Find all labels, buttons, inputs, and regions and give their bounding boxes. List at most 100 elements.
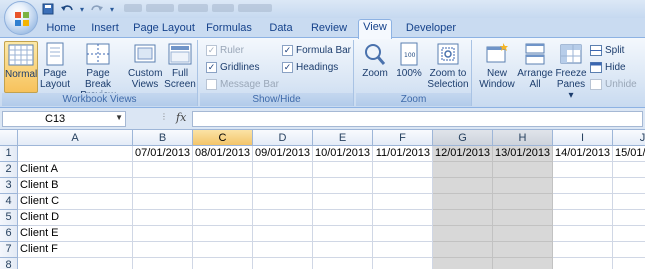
customize-qat-icon[interactable]: ▾ — [108, 2, 116, 17]
cell-g4[interactable] — [433, 194, 493, 210]
cell-g2[interactable] — [433, 162, 493, 178]
cell-j2[interactable] — [613, 162, 645, 178]
cell-d8[interactable] — [253, 258, 313, 269]
cell-g7[interactable] — [433, 242, 493, 258]
column-header-j[interactable]: J — [613, 130, 645, 146]
cell-h7[interactable] — [493, 242, 553, 258]
cell-h3[interactable] — [493, 178, 553, 194]
page-break-preview-button[interactable]: Page Break Preview — [72, 41, 124, 101]
tab-insert[interactable]: Insert — [84, 21, 126, 38]
formula-bar-grip-icon[interactable]: ⋮ — [160, 112, 168, 121]
undo-icon[interactable] — [59, 2, 75, 17]
cell-b1[interactable]: 07/01/2013 — [133, 146, 193, 162]
cell-a4[interactable]: Client C — [18, 194, 133, 210]
cell-a8[interactable] — [18, 258, 133, 269]
column-header-h[interactable]: H — [493, 130, 553, 146]
cell-c6[interactable] — [193, 226, 253, 242]
cell-d7[interactable] — [253, 242, 313, 258]
cell-e2[interactable] — [313, 162, 373, 178]
cell-d5[interactable] — [253, 210, 313, 226]
gridlines-checkbox[interactable]: ✓ — [206, 61, 217, 73]
normal-view-button[interactable]: Normal — [4, 41, 38, 93]
cell-a6[interactable]: Client E — [18, 226, 133, 242]
full-screen-button[interactable]: Full Screen — [164, 41, 196, 93]
row-header-2[interactable]: 2 — [0, 162, 18, 178]
tab-home[interactable]: Home — [38, 21, 84, 38]
cell-g6[interactable] — [433, 226, 493, 242]
cell-d4[interactable] — [253, 194, 313, 210]
cell-e5[interactable] — [313, 210, 373, 226]
zoom-to-selection-button[interactable]: Zoom to Selection — [426, 41, 470, 93]
tab-data[interactable]: Data — [262, 21, 300, 38]
cell-i6[interactable] — [553, 226, 613, 242]
column-header-e[interactable]: E — [313, 130, 373, 146]
cell-f4[interactable] — [373, 194, 433, 210]
cell-j1[interactable]: 15/01/2013 — [613, 146, 645, 162]
cell-i5[interactable] — [553, 210, 613, 226]
cell-j4[interactable] — [613, 194, 645, 210]
cell-b8[interactable] — [133, 258, 193, 269]
cell-g8[interactable] — [433, 258, 493, 269]
insert-function-icon[interactable]: fx — [176, 111, 186, 124]
cell-i8[interactable] — [553, 258, 613, 269]
cell-i4[interactable] — [553, 194, 613, 210]
cell-b3[interactable] — [133, 178, 193, 194]
ruler-checkbox[interactable]: ✓ — [206, 44, 217, 56]
save-icon[interactable] — [40, 2, 56, 17]
hide-button[interactable]: Hide — [590, 59, 626, 75]
zoom-100-button[interactable]: 100 100% — [394, 41, 424, 93]
cell-e1[interactable]: 10/01/2013 — [313, 146, 373, 162]
cell-e4[interactable] — [313, 194, 373, 210]
cell-b7[interactable] — [133, 242, 193, 258]
unhide-button[interactable]: Unhide — [590, 76, 637, 92]
row-header-7[interactable]: 7 — [0, 242, 18, 258]
cell-h8[interactable] — [493, 258, 553, 269]
column-header-f[interactable]: F — [373, 130, 433, 146]
column-header-c[interactable]: C — [193, 130, 253, 146]
cell-j6[interactable] — [613, 226, 645, 242]
cell-a1[interactable] — [18, 146, 133, 162]
cell-a2[interactable]: Client A — [18, 162, 133, 178]
cell-c3[interactable] — [193, 178, 253, 194]
name-box[interactable]: C13 ▼ — [2, 111, 126, 127]
custom-views-button[interactable]: Custom Views — [128, 41, 162, 93]
tab-view[interactable]: View — [358, 19, 392, 39]
cell-e3[interactable] — [313, 178, 373, 194]
cell-f3[interactable] — [373, 178, 433, 194]
cell-f5[interactable] — [373, 210, 433, 226]
cell-j5[interactable] — [613, 210, 645, 226]
headings-checkbox[interactable]: ✓ — [282, 61, 293, 73]
cell-i3[interactable] — [553, 178, 613, 194]
cell-c8[interactable] — [193, 258, 253, 269]
cell-b4[interactable] — [133, 194, 193, 210]
cell-h1[interactable]: 13/01/2013 — [493, 146, 553, 162]
row-header-8[interactable]: 8 — [0, 258, 18, 269]
cell-h4[interactable] — [493, 194, 553, 210]
row-header-5[interactable]: 5 — [0, 210, 18, 226]
cell-j8[interactable] — [613, 258, 645, 269]
page-layout-view-button[interactable]: Page Layout — [40, 41, 70, 93]
cell-e7[interactable] — [313, 242, 373, 258]
name-box-dropdown-icon[interactable]: ▼ — [115, 113, 123, 122]
row-header-1[interactable]: 1 — [0, 146, 18, 162]
cell-d6[interactable] — [253, 226, 313, 242]
cell-g1[interactable]: 12/01/2013 — [433, 146, 493, 162]
select-all-corner[interactable] — [0, 130, 18, 146]
cell-e8[interactable] — [313, 258, 373, 269]
arrange-all-button[interactable]: Arrange All — [516, 41, 554, 93]
cell-c1[interactable]: 08/01/2013 — [193, 146, 253, 162]
cell-g5[interactable] — [433, 210, 493, 226]
column-header-g[interactable]: G — [433, 130, 493, 146]
cell-i2[interactable] — [553, 162, 613, 178]
redo-icon[interactable] — [89, 2, 105, 17]
cell-a7[interactable]: Client F — [18, 242, 133, 258]
cell-f6[interactable] — [373, 226, 433, 242]
cell-g3[interactable] — [433, 178, 493, 194]
cell-h5[interactable] — [493, 210, 553, 226]
cell-b2[interactable] — [133, 162, 193, 178]
zoom-button[interactable]: Zoom — [360, 41, 390, 93]
cell-f7[interactable] — [373, 242, 433, 258]
undo-dropdown-icon[interactable]: ▾ — [78, 2, 86, 17]
cell-d2[interactable] — [253, 162, 313, 178]
office-button[interactable] — [4, 1, 38, 35]
